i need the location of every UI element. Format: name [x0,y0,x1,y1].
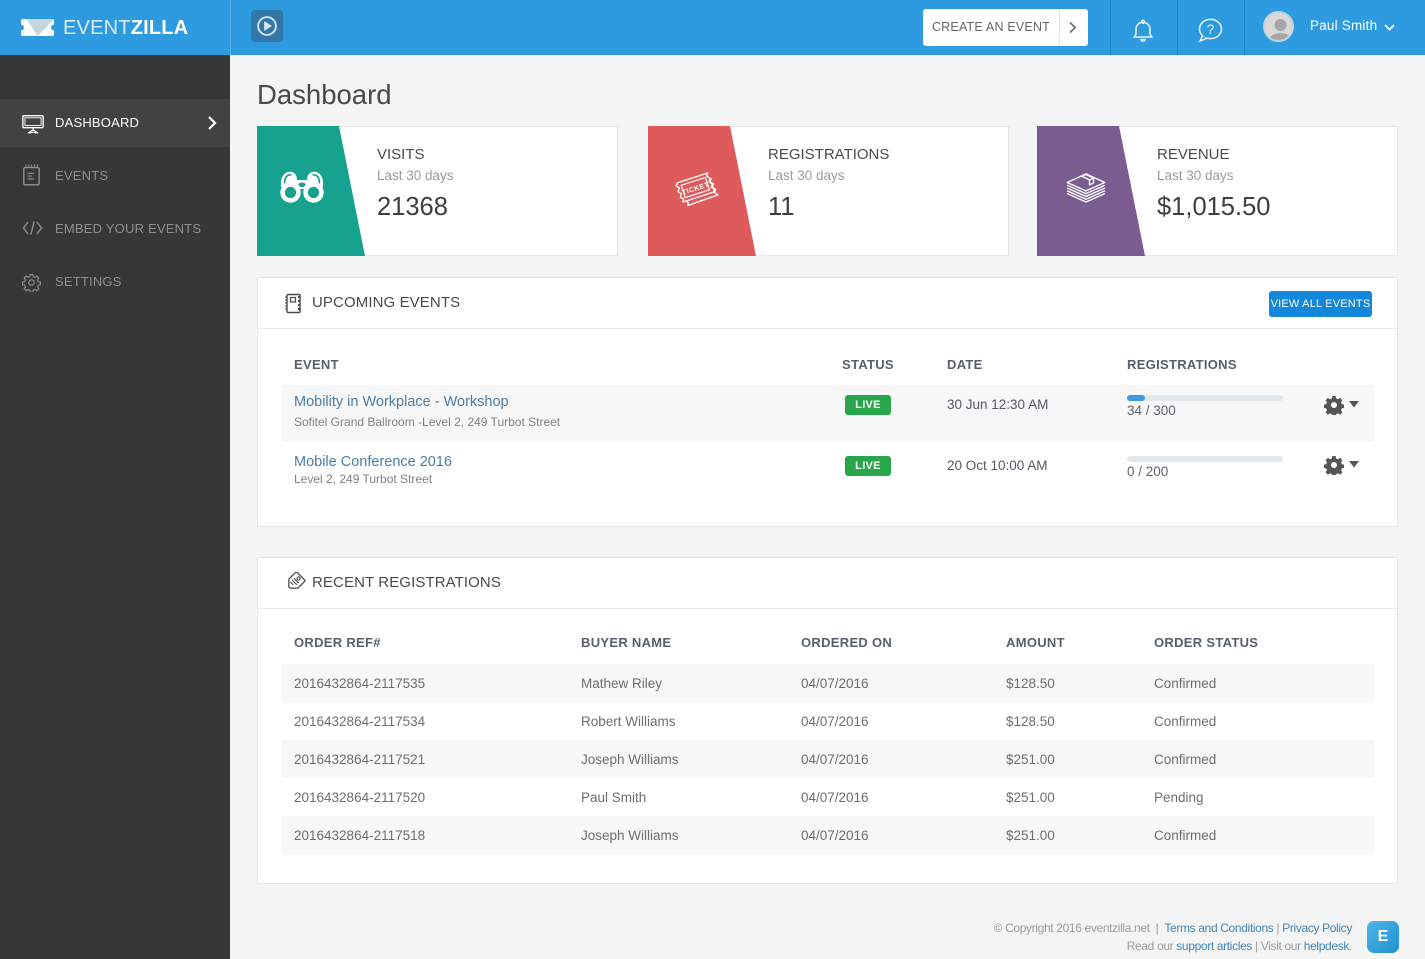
svg-text:?: ? [1207,21,1215,37]
